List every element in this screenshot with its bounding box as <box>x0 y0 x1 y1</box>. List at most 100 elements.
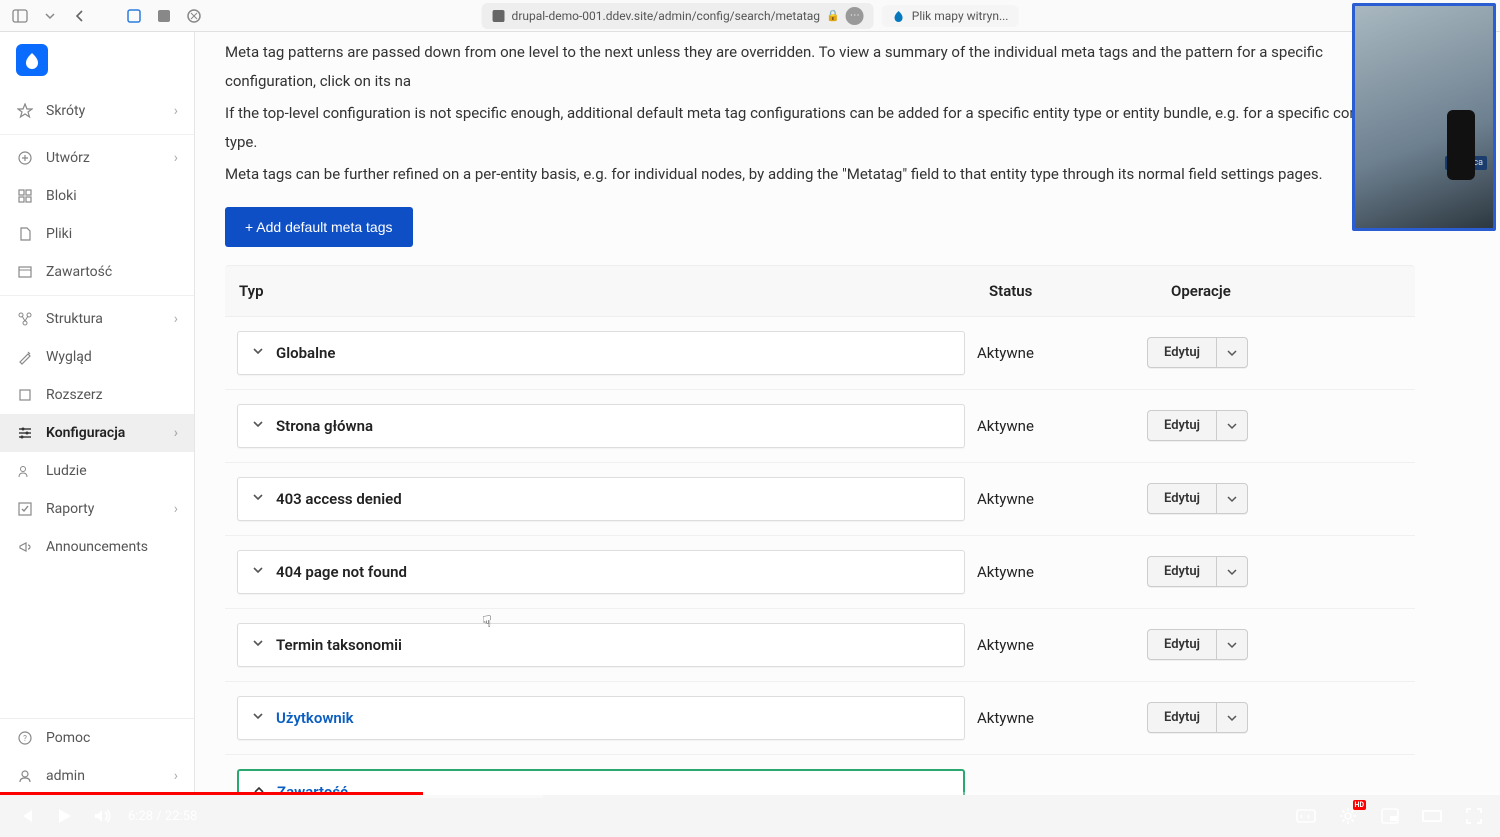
sidebar-item-announcements[interactable]: Announcements <box>0 528 194 566</box>
previous-button[interactable] <box>14 804 38 828</box>
plus-circle-icon <box>16 149 34 167</box>
details-label: Strona główna <box>276 417 373 435</box>
sidebar-item-pomoc[interactable]: ? Pomoc <box>0 719 194 757</box>
megaphone-icon <box>16 538 34 556</box>
chevron-down-icon <box>252 564 266 580</box>
browser-chrome: drupal-demo-001.ddev.site/admin/config/s… <box>0 0 1500 32</box>
edit-button-label[interactable]: Edytuj <box>1148 630 1217 659</box>
webcam-overlay: Droptica <box>1352 3 1496 231</box>
app-icon-1[interactable] <box>122 4 146 28</box>
sidebar-item-label: Konfiguracja <box>46 425 125 441</box>
browser-tab-sitemap[interactable]: Plik mapy witryn... <box>882 5 1019 27</box>
theater-button[interactable] <box>1420 804 1444 828</box>
video-progress-bar[interactable] <box>0 792 1500 795</box>
meta-rows-list: Globalne Aktywne Edytuj Strona główna Ak… <box>225 317 1415 755</box>
table-row: Termin taksonomii Aktywne Edytuj <box>225 609 1415 682</box>
grid-icon <box>16 187 34 205</box>
chevron-down-icon[interactable] <box>38 4 62 28</box>
edit-split-button[interactable]: Edytuj <box>1147 702 1248 733</box>
browser-tab-active[interactable]: drupal-demo-001.ddev.site/admin/config/s… <box>482 3 874 29</box>
chevron-down-icon[interactable] <box>1217 630 1247 659</box>
status-cell: Aktywne <box>965 709 1147 727</box>
edit-button-label[interactable]: Edytuj <box>1148 338 1217 367</box>
sidebar-item-label: Struktura <box>46 311 103 327</box>
sidebar-toggle-icon[interactable] <box>8 4 32 28</box>
svg-text:?: ? <box>23 734 27 743</box>
lock-icon: 🔒 <box>826 9 840 22</box>
sidebar-item-zawartosc[interactable]: Zawartość <box>0 253 194 291</box>
chevron-down-icon[interactable] <box>1217 484 1247 513</box>
chevron-right-icon: › <box>174 768 178 784</box>
details-toggle[interactable]: Termin taksonomii <box>237 623 965 667</box>
chevron-down-icon[interactable] <box>1217 557 1247 586</box>
sidebar-item-konfiguracja[interactable]: Konfiguracja › <box>0 414 194 452</box>
tab-label: Plik mapy witryn... <box>912 9 1009 23</box>
back-icon[interactable] <box>68 4 92 28</box>
chevron-right-icon: › <box>174 150 178 166</box>
sidebar-item-ludzie[interactable]: Ludzie <box>0 452 194 490</box>
details-label: 403 access denied <box>276 490 402 508</box>
details-toggle[interactable]: Globalne <box>237 331 965 375</box>
status-cell: Aktywne <box>965 417 1147 435</box>
edit-button-label[interactable]: Edytuj <box>1148 557 1217 586</box>
app-icon-3[interactable] <box>182 4 206 28</box>
help-icon: ? <box>16 729 34 747</box>
sidebar-item-raporty[interactable]: Raporty › <box>0 490 194 528</box>
chevron-down-icon[interactable] <box>1217 411 1247 440</box>
status-cell: Aktywne <box>965 563 1147 581</box>
sidebar-item-pliki[interactable]: Pliki <box>0 215 194 253</box>
captions-button[interactable] <box>1294 804 1318 828</box>
table-row: 404 page not found Aktywne Edytuj <box>225 536 1415 609</box>
user-icon <box>16 767 34 785</box>
edit-split-button[interactable]: Edytuj <box>1147 556 1248 587</box>
admin-sidebar: Skróty › Utwórz › Bloki Pliki Zawartość <box>0 32 195 795</box>
details-toggle[interactable]: Strona główna <box>237 404 965 448</box>
table-row: 403 access denied Aktywne Edytuj <box>225 463 1415 536</box>
table-row: Globalne Aktywne Edytuj <box>225 317 1415 390</box>
sidebar-item-struktura[interactable]: Struktura › <box>0 300 194 338</box>
sidebar-item-bloki[interactable]: Bloki <box>0 177 194 215</box>
chevron-down-icon[interactable] <box>1217 338 1247 367</box>
fullscreen-button[interactable] <box>1462 804 1486 828</box>
sidebar-item-rozszerz[interactable]: Rozszerz <box>0 376 194 414</box>
drupal-logo[interactable] <box>0 32 194 88</box>
sidebar-item-admin[interactable]: admin › <box>0 757 194 795</box>
details-toggle[interactable]: Użytkownik <box>237 696 965 740</box>
add-default-meta-tags-button[interactable]: + Add default meta tags <box>225 207 413 247</box>
chevron-down-icon <box>252 345 266 361</box>
details-label: Termin taksonomii <box>276 636 402 654</box>
column-status: Status <box>989 282 1171 300</box>
table-row: Strona główna Aktywne Edytuj <box>225 390 1415 463</box>
edit-split-button[interactable]: Edytuj <box>1147 337 1248 368</box>
miniplayer-button[interactable] <box>1378 804 1402 828</box>
chevron-down-icon <box>252 637 266 653</box>
tab-menu-icon[interactable]: ⋯ <box>846 7 864 25</box>
edit-split-button[interactable]: Edytuj <box>1147 629 1248 660</box>
chevron-down-icon[interactable] <box>1217 703 1247 732</box>
app-icon-2[interactable] <box>152 4 176 28</box>
drupal-favicon-icon <box>892 9 906 23</box>
tab-favicon-icon <box>492 9 506 23</box>
sidebar-item-skroty[interactable]: Skróty › <box>0 92 194 130</box>
edit-split-button[interactable]: Edytuj <box>1147 410 1248 441</box>
details-toggle[interactable]: 404 page not found <box>237 550 965 594</box>
video-progress-fill <box>0 792 423 795</box>
users-icon <box>16 462 34 480</box>
volume-button[interactable] <box>90 804 114 828</box>
sidebar-item-utworz[interactable]: Utwórz › <box>0 139 194 177</box>
edit-button-label[interactable]: Edytuj <box>1148 703 1217 732</box>
details-toggle[interactable]: 403 access denied <box>237 477 965 521</box>
play-button[interactable] <box>52 804 76 828</box>
edit-split-button[interactable]: Edytuj <box>1147 483 1248 514</box>
sidebar-item-wyglad[interactable]: Wygląd <box>0 338 194 376</box>
status-cell: Aktywne <box>965 636 1147 654</box>
chevron-right-icon: › <box>174 103 178 119</box>
chevron-down-icon <box>252 710 266 726</box>
sidebar-item-label: Wygląd <box>46 349 92 365</box>
settings-button[interactable] <box>1336 804 1360 828</box>
edit-button-label[interactable]: Edytuj <box>1148 411 1217 440</box>
edit-button-label[interactable]: Edytuj <box>1148 484 1217 513</box>
check-square-icon <box>16 500 34 518</box>
column-operations: Operacje <box>1171 282 1401 300</box>
file-icon <box>16 225 34 243</box>
